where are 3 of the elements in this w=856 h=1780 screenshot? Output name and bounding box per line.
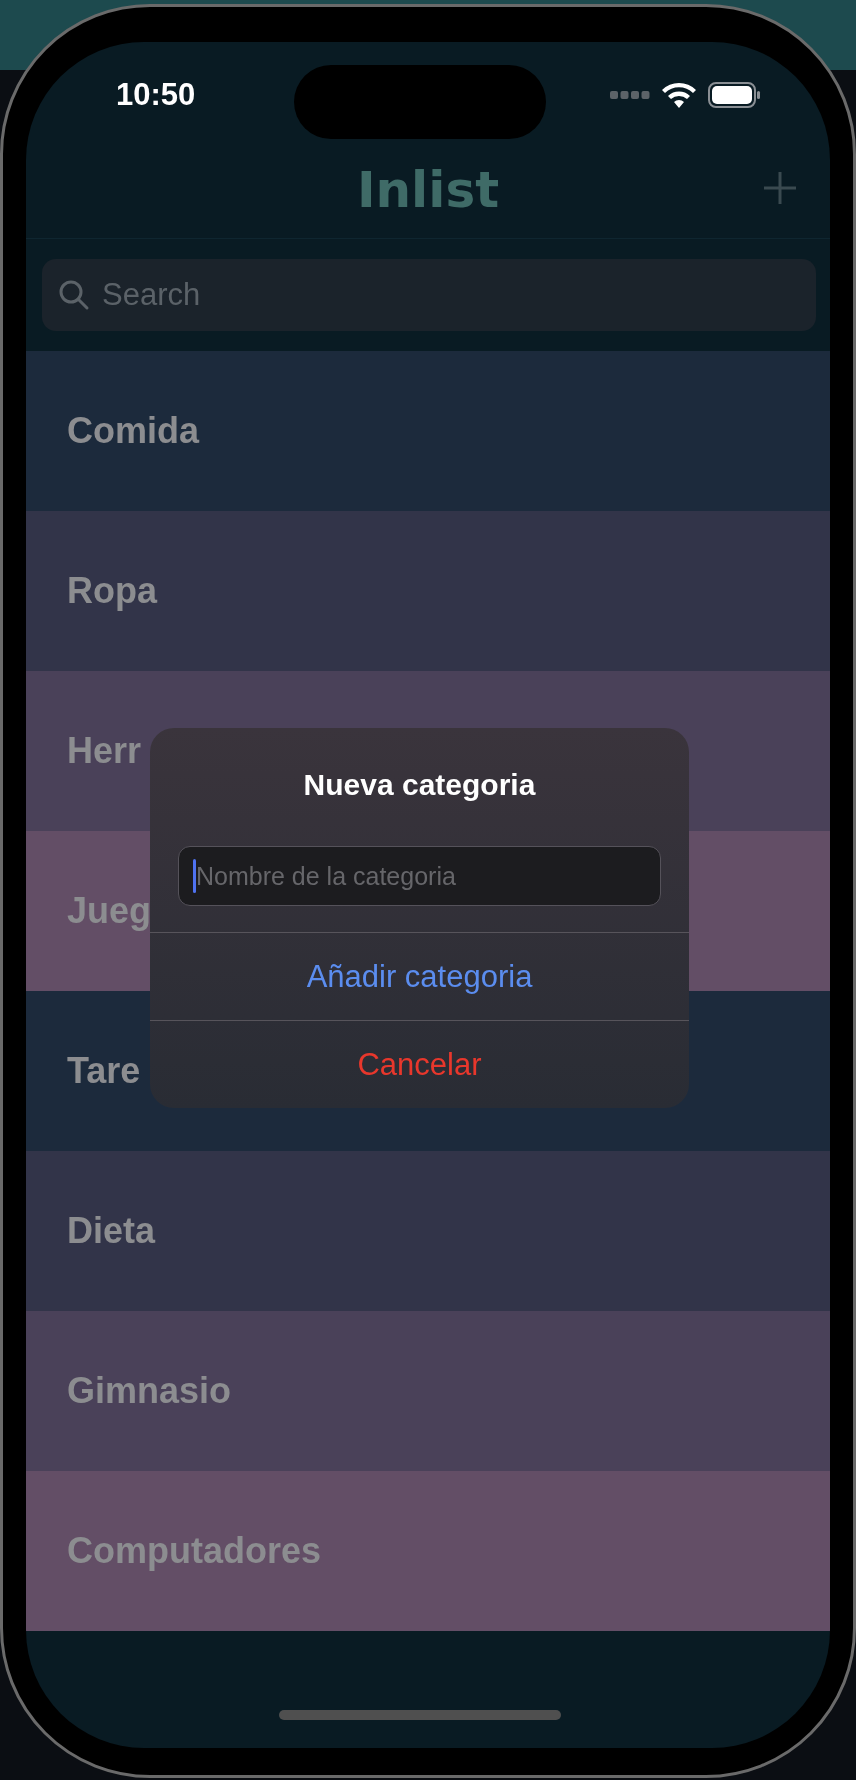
nav-title: Inlist	[356, 161, 500, 219]
dialog-title: Nueva categoria	[302, 768, 537, 802]
status-time: 10:50	[116, 77, 196, 113]
